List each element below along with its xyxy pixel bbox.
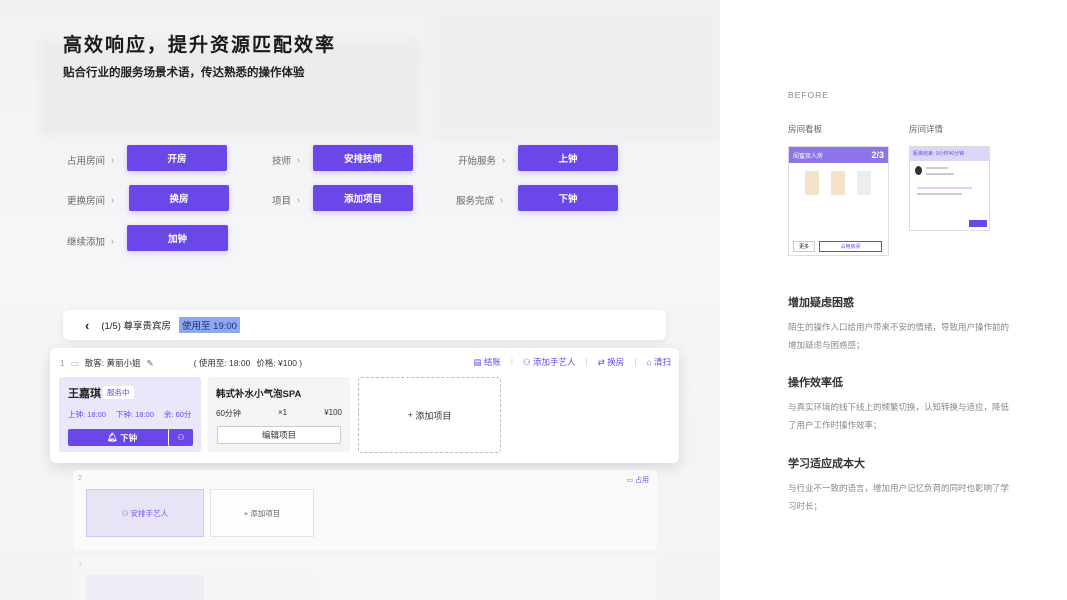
before-label: BEFORE <box>788 90 829 100</box>
guest-card: 1 ▭ 散客: 黄丽小姐 ✎ ( 使用至: 18:00 价格: ¥100 ) ▤… <box>50 348 679 463</box>
card-number: 2 <box>78 475 82 482</box>
bell-icon: 🔔︎ <box>106 432 121 442</box>
checkout-link[interactable]: ▤ 结账 <box>473 356 500 368</box>
plus-icon: + <box>407 410 416 420</box>
usage-time: ( 使用至: 18:00 <box>193 358 251 368</box>
chevron-right-icon: › <box>111 195 115 205</box>
add-project-tile[interactable]: + 添加项目 <box>358 377 501 453</box>
guest-number: 1 <box>60 358 65 368</box>
thumb-label-board: 房间看板 <box>788 124 823 134</box>
technician-card: 王嘉琪 服务中 上钟: 18:00 下钟: 18:00 余: 60分 🔔︎ 下钟… <box>59 377 201 452</box>
room-title: (1/5) 尊享贵宾房 <box>101 321 172 332</box>
chevron-right-icon: › <box>297 195 301 205</box>
label-project: 项目 › <box>272 195 301 207</box>
label-continue-add: 继续添加 › <box>67 236 115 248</box>
edit-icon[interactable]: ✎ <box>147 358 154 369</box>
section-text-2: 与真实环境的线下线上的频繁切换，认知转换与适应，降低了用户工作时操作效率； <box>788 402 1010 430</box>
technician-name: 王嘉琪 <box>68 388 101 400</box>
chevron-right-icon: › <box>502 155 506 165</box>
occupy-link[interactable]: ▭ 占用 <box>626 475 649 485</box>
blurred-background <box>430 10 720 140</box>
guest-name: 散客: 黄丽小姐 <box>84 358 141 368</box>
label-service-done: 服务完成 › <box>456 195 504 207</box>
section-title-3: 学习适应成本大 <box>788 458 865 470</box>
chevron-right-icon: › <box>500 195 504 205</box>
chevron-right-icon: › <box>111 155 115 165</box>
extend-clock-button[interactable]: 加钟 <box>127 225 228 251</box>
label-technician: 技师 › <box>272 155 301 167</box>
bed-icon: ▭ <box>70 357 79 368</box>
end-clock-card-button[interactable]: 🔔︎ 下钟 <box>68 429 176 446</box>
label-start-service: 开始服务 › <box>458 155 506 167</box>
end-clock-button[interactable]: 下钟 <box>518 185 618 211</box>
room-card-3: 3 <box>73 556 657 600</box>
service-item-card: 韩式补水小气泡SPA 60分钟 ×1 ¥100 编辑项目 <box>208 377 350 452</box>
section-title-1: 增加疑虑困惑 <box>788 297 854 309</box>
card-number: 3 <box>78 561 82 568</box>
section-title-2: 操作效率低 <box>788 377 843 389</box>
add-project-tile[interactable]: + 添加项目 <box>210 489 314 537</box>
time-info: 上钟: 18:00 下钟: 18:00 余: 60分 <box>68 410 192 419</box>
clean-link[interactable]: ⌂ 清扫 <box>646 356 671 368</box>
page-title: 高效响应，提升资源匹配效率 <box>63 35 337 56</box>
change-room-button[interactable]: 换房 <box>129 185 229 211</box>
person-icon: ⚇ <box>121 508 131 518</box>
label-occupy-room: 占用房间 › <box>67 155 115 167</box>
assign-technician-button[interactable]: 安排技师 <box>313 145 413 171</box>
thumb-label-detail: 房间详情 <box>909 124 944 134</box>
assign-artisan-tile[interactable]: ⚇ 安排手艺人 <box>86 489 204 537</box>
status-badge: 服务中 <box>103 386 134 399</box>
guest-info-row: 1 ▭ 散客: 黄丽小姐 ✎ ( 使用至: 18:00 价格: ¥100 ) <box>60 357 302 369</box>
room-card-2: 2 ▭ 占用 ⚇ 安排手艺人 + 添加项目 <box>73 470 657 550</box>
change-room-link[interactable]: ⇄ 换房 <box>598 356 625 368</box>
service-name: 韩式补水小气泡SPA <box>216 389 302 400</box>
section-text-3: 与行业不一致的语言，增加用户记忆负荷的同时也影响了学习时长； <box>788 483 1010 511</box>
page-subtitle: 贴合行业的服务场景术语，传达熟悉的操作体验 <box>63 67 305 79</box>
chevron-right-icon: › <box>297 155 301 165</box>
person-swap-icon[interactable]: ⚇ <box>168 429 193 446</box>
room-header-bar: ‹ (1/5) 尊享贵宾房 使用至 19:00 <box>63 310 666 340</box>
section-text-1: 陌生的操作入口给用户带来不安的情绪，导致用户操作前的增加疑虑与困惑感； <box>788 322 1010 350</box>
chevron-right-icon: › <box>111 236 115 246</box>
service-details: 60分钟 ×1 ¥100 <box>216 408 342 418</box>
room-detail-thumbnail: 距离结束: 3小时40分钟 <box>909 146 990 231</box>
back-arrow-icon[interactable]: ‹ <box>85 318 89 333</box>
room-board-thumbnail: 闺蜜双人房 2/3 更多 占用房间 <box>788 146 889 256</box>
start-clock-button[interactable]: 上钟 <box>518 145 618 171</box>
label-change-room: 更换房间 › <box>67 195 115 207</box>
open-room-button[interactable]: 开房 <box>127 145 227 171</box>
usage-highlight: 使用至 19:00 <box>179 317 240 333</box>
add-artisan-link[interactable]: ⚇ 添加手艺人 <box>523 356 576 368</box>
price: 价格: ¥100 ) <box>256 358 303 368</box>
edit-project-button[interactable]: 编辑项目 <box>217 426 341 444</box>
add-project-button[interactable]: 添加项目 <box>313 185 413 211</box>
card-actions: ▤ 结账 | ⚇ 添加手艺人 | ⇄ 换房 | ⌂ 清扫 <box>473 356 671 368</box>
